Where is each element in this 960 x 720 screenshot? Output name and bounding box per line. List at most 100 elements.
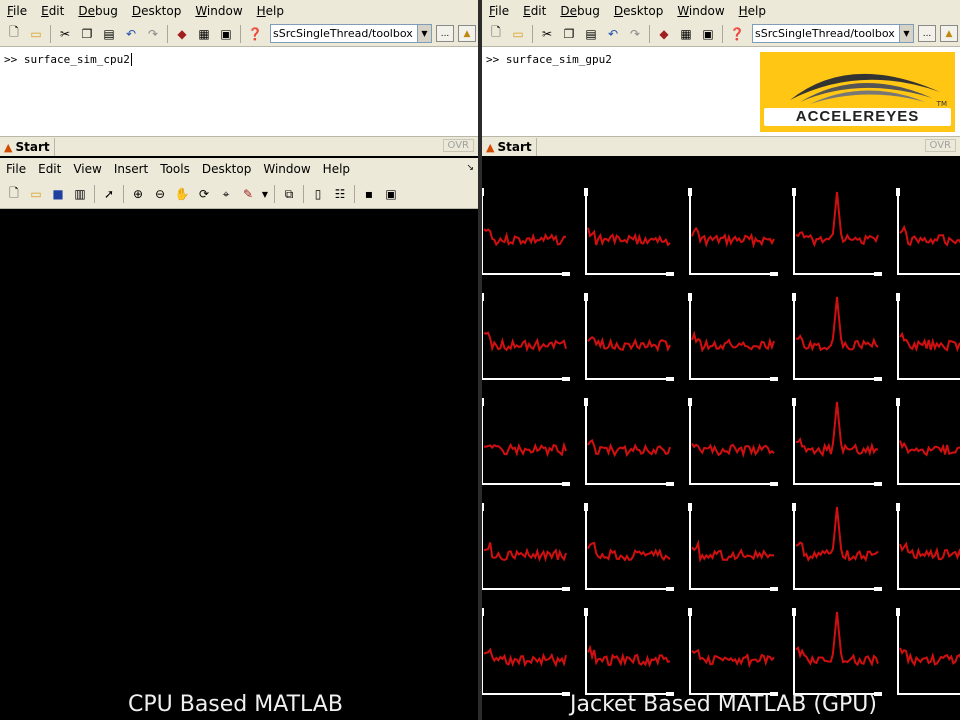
menu-help[interactable]: Help	[732, 4, 773, 18]
axis-tick	[666, 272, 674, 276]
paste-icon[interactable]: ▤	[582, 25, 600, 43]
axis-tick	[896, 293, 900, 301]
pan-icon[interactable]: ✋	[173, 185, 191, 203]
browse-folder-button[interactable]: ...	[918, 25, 936, 42]
start-button[interactable]: ▲ Start	[0, 138, 55, 156]
axis-tick	[584, 398, 588, 406]
zoom-in-icon[interactable]: ⊕	[129, 185, 147, 203]
axis-tick	[896, 398, 900, 406]
toolbar-separator	[167, 24, 168, 43]
folder-up-icon[interactable]: ▲	[940, 25, 958, 42]
help-icon[interactable]: ❓	[728, 25, 746, 43]
simulink-icon[interactable]: ◆	[173, 25, 191, 43]
open-folder-icon[interactable]: ▭	[27, 25, 45, 43]
axis-tick	[688, 503, 692, 511]
chevron-down-icon[interactable]: ▼	[900, 24, 914, 43]
copy-icon[interactable]: ❐	[78, 25, 96, 43]
axis-tick	[688, 608, 692, 616]
subplot	[896, 188, 960, 275]
menu-desktop[interactable]: Desktop	[607, 4, 671, 18]
menu-window[interactable]: Window	[670, 4, 731, 18]
menu-edit[interactable]: Edit	[516, 4, 553, 18]
matlab-logo-icon: ▲	[486, 140, 495, 154]
brush-icon[interactable]: ✎	[239, 185, 257, 203]
dock-arrow-icon[interactable]: ↘	[466, 163, 474, 173]
guide-icon[interactable]: ▦	[677, 25, 695, 43]
menu-help[interactable]: Help	[317, 162, 356, 176]
subplot	[482, 503, 570, 591]
subplot	[792, 398, 882, 486]
legend-icon[interactable]: ☷	[331, 185, 349, 203]
hide-plot-tools-icon[interactable]: ▪	[360, 185, 378, 203]
zoom-out-icon[interactable]: ⊖	[151, 185, 169, 203]
subplot-axes	[689, 295, 776, 380]
menu-edit[interactable]: Edit	[32, 162, 67, 176]
folder-up-icon[interactable]: ▲	[458, 25, 476, 42]
redo-icon[interactable]: ↷	[626, 25, 644, 43]
axis-tick	[482, 398, 484, 406]
command-text: surface_sim_cpu2	[23, 53, 130, 66]
ovr-indicator: OVR	[442, 139, 474, 152]
menu-file[interactable]: File	[0, 162, 32, 176]
axis-tick	[770, 272, 778, 276]
browse-folder-button[interactable]: ...	[436, 25, 454, 42]
show-plot-tools-icon[interactable]: ▣	[382, 185, 400, 203]
rotate-icon[interactable]: ⟳	[195, 185, 213, 203]
start-bar: ▲ Start OVR	[0, 136, 478, 156]
chevron-down-icon[interactable]: ▼	[261, 185, 269, 203]
menu-window[interactable]: Window	[188, 4, 249, 18]
subplot-axes	[689, 610, 776, 695]
start-button[interactable]: ▲ Start	[482, 138, 537, 156]
new-file-icon[interactable]: 🗋	[5, 25, 23, 43]
undo-icon[interactable]: ↶	[122, 25, 140, 43]
menu-insert[interactable]: Insert	[108, 162, 154, 176]
guide-icon[interactable]: ▦	[195, 25, 213, 43]
open-folder-icon[interactable]: ▭	[509, 25, 527, 43]
trademark-mark: TM	[936, 100, 947, 108]
current-folder-field[interactable]: sSrcSingleThread/toolbox	[270, 24, 418, 43]
new-file-icon[interactable]: 🗋	[487, 25, 505, 43]
pointer-icon[interactable]: ➚	[100, 185, 118, 203]
menu-edit[interactable]: Edit	[34, 4, 71, 18]
signal-line	[795, 296, 879, 352]
menu-desktop[interactable]: Desktop	[196, 162, 258, 176]
profiler-icon[interactable]: ▣	[699, 25, 717, 43]
open-file-icon[interactable]: ▭	[27, 185, 45, 203]
data-cursor-icon[interactable]: ⌖	[217, 185, 235, 203]
simulink-icon[interactable]: ◆	[655, 25, 673, 43]
menu-tools[interactable]: Tools	[154, 162, 196, 176]
menu-file[interactable]: File	[482, 4, 516, 18]
command-area[interactable]: >> surface_sim_cpu2	[0, 48, 478, 136]
axis-tick	[874, 377, 882, 381]
help-icon[interactable]: ❓	[246, 25, 264, 43]
menu-window[interactable]: Window	[257, 162, 316, 176]
menu-file[interactable]: File	[0, 4, 34, 18]
subplot	[482, 398, 570, 486]
axis-tick	[770, 377, 778, 381]
axis-tick	[584, 503, 588, 511]
menu-desktop[interactable]: Desktop	[125, 4, 189, 18]
save-icon[interactable]: ■	[49, 185, 67, 203]
print-icon[interactable]: ▥	[71, 185, 89, 203]
axis-tick	[896, 503, 900, 511]
link-plot-icon[interactable]: ⧉	[280, 185, 298, 203]
menu-debug[interactable]: Debug	[71, 4, 124, 18]
current-folder-field[interactable]: sSrcSingleThread/toolbox	[752, 24, 900, 43]
undo-icon[interactable]: ↶	[604, 25, 622, 43]
profiler-icon[interactable]: ▣	[217, 25, 235, 43]
menu-help[interactable]: Help	[250, 4, 291, 18]
axis-tick	[482, 188, 484, 196]
command-prompt: >>	[486, 53, 500, 66]
menu-debug[interactable]: Debug	[553, 4, 606, 18]
cut-icon[interactable]: ✂	[538, 25, 556, 43]
subplot	[482, 293, 570, 381]
colorbar-icon[interactable]: ▯	[309, 185, 327, 203]
paste-icon[interactable]: ▤	[100, 25, 118, 43]
subplot-axes	[482, 505, 568, 590]
menu-view[interactable]: View	[67, 162, 107, 176]
chevron-down-icon[interactable]: ▼	[418, 24, 432, 43]
copy-icon[interactable]: ❐	[560, 25, 578, 43]
cut-icon[interactable]: ✂	[56, 25, 74, 43]
new-figure-icon[interactable]: 🗋	[5, 185, 23, 203]
redo-icon[interactable]: ↷	[144, 25, 162, 43]
